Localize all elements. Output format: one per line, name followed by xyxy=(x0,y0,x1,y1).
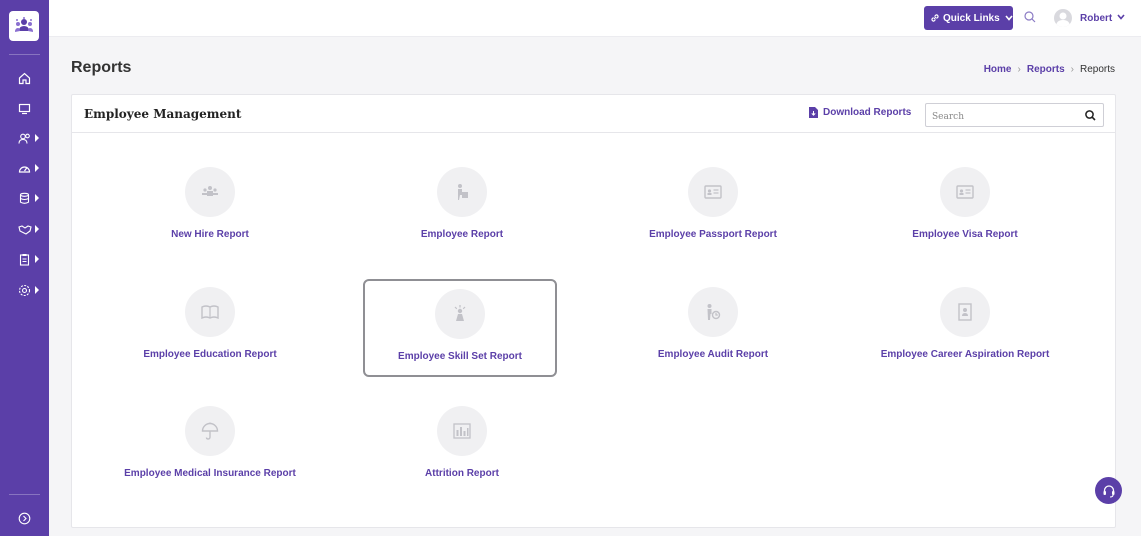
career-icon xyxy=(958,303,972,321)
employee-icon xyxy=(458,184,468,200)
tile-icon-circle xyxy=(185,406,235,456)
report-tile-audit[interactable]: Employee Audit Report xyxy=(616,277,810,375)
report-label: Employee Medical Insurance Report xyxy=(124,468,296,479)
report-label: Employee Education Report xyxy=(143,349,277,360)
caret-right-icon xyxy=(35,255,39,263)
page-title: Reports xyxy=(71,59,132,76)
passport-icon xyxy=(704,185,722,199)
quick-links-label: Quick Links xyxy=(943,12,1000,24)
settings-icon xyxy=(18,284,31,296)
report-tile-medical-insurance[interactable]: Employee Medical Insurance Report xyxy=(113,396,307,494)
sidebar-item-clipboard[interactable] xyxy=(0,248,49,270)
umbrella-icon xyxy=(201,422,219,440)
audit-icon xyxy=(707,304,721,320)
breadcrumb: Home › Reports › Reports xyxy=(984,64,1115,75)
tile-icon-circle xyxy=(688,287,738,337)
report-label: Attrition Report xyxy=(425,468,499,479)
tile-icon-circle xyxy=(940,287,990,337)
user-name[interactable]: Robert xyxy=(1080,13,1112,24)
sidebar-divider xyxy=(9,54,40,55)
breadcrumb-home[interactable]: Home xyxy=(984,64,1012,75)
dashboard-icon xyxy=(18,165,31,173)
report-tile-new-hire[interactable]: New Hire Report xyxy=(113,157,307,255)
breadcrumb-current: Reports xyxy=(1079,64,1115,75)
sidebar xyxy=(0,0,49,536)
avatar[interactable] xyxy=(1054,9,1072,27)
caret-right-icon xyxy=(35,164,39,172)
tile-icon-circle xyxy=(435,289,485,339)
report-label: Employee Audit Report xyxy=(657,349,769,360)
caret-right-icon xyxy=(35,225,39,233)
caret-right-icon xyxy=(35,194,39,202)
home-icon xyxy=(18,72,31,84)
visa-icon xyxy=(956,185,974,199)
sidebar-item-handshake[interactable] xyxy=(0,218,49,240)
users-icon xyxy=(18,133,30,144)
search-input[interactable] xyxy=(926,106,1076,128)
headset-icon xyxy=(1103,484,1114,498)
report-label: Employee Visa Report xyxy=(912,229,1018,240)
sidebar-item-settings[interactable] xyxy=(0,279,49,301)
search-field[interactable] xyxy=(925,103,1104,128)
report-label: Employee Passport Report xyxy=(649,229,777,240)
breadcrumb-separator: › xyxy=(1017,64,1021,75)
sidebar-item-home[interactable] xyxy=(0,67,49,89)
new-hire-icon xyxy=(202,186,218,196)
sidebar-expand-button[interactable] xyxy=(0,507,49,529)
download-reports-label: Download Reports xyxy=(823,107,912,118)
database-icon xyxy=(19,192,30,204)
report-tile-career-aspiration[interactable]: Employee Career Aspiration Report xyxy=(868,277,1062,375)
sidebar-item-dashboard[interactable] xyxy=(0,157,49,179)
skill-icon xyxy=(454,305,466,321)
tile-icon-circle xyxy=(437,167,487,217)
report-tile-passport[interactable]: Employee Passport Report xyxy=(616,157,810,255)
team-logo-icon xyxy=(15,17,33,32)
report-label: Employee Report xyxy=(420,229,504,240)
report-label: Employee Career Aspiration Report xyxy=(880,349,1050,360)
caret-right-icon xyxy=(35,286,39,294)
tile-icon-circle xyxy=(185,167,235,217)
book-icon xyxy=(201,305,219,319)
search-icon[interactable] xyxy=(1085,110,1096,121)
handshake-icon xyxy=(18,224,32,235)
breadcrumb-separator: › xyxy=(1070,64,1074,75)
chevron-down-icon[interactable] xyxy=(1117,14,1125,20)
tile-icon-circle xyxy=(437,406,487,456)
report-tile-education[interactable]: Employee Education Report xyxy=(113,277,307,375)
report-tile-visa[interactable]: Employee Visa Report xyxy=(868,157,1062,255)
chevron-down-icon xyxy=(1005,15,1013,21)
caret-right-icon xyxy=(35,134,39,142)
quick-links-button[interactable]: Quick Links xyxy=(924,6,1013,30)
logo[interactable] xyxy=(9,11,39,41)
report-label: Employee Skill Set Report xyxy=(398,351,522,362)
tile-icon-circle xyxy=(940,167,990,217)
topbar: Quick Links Robert xyxy=(49,0,1141,37)
expand-circle-icon xyxy=(18,512,31,524)
tile-icon-circle xyxy=(185,287,235,337)
sidebar-item-users[interactable] xyxy=(0,127,49,149)
search-icon[interactable] xyxy=(1024,11,1036,23)
tile-icon-circle xyxy=(688,167,738,217)
report-tile-attrition[interactable]: Attrition Report xyxy=(365,396,559,494)
download-file-icon xyxy=(809,107,818,118)
monitor-icon xyxy=(18,103,31,114)
card-header: Employee Management Download Reports xyxy=(72,95,1115,133)
download-reports-button[interactable]: Download Reports xyxy=(809,107,911,118)
report-tile-employee[interactable]: Employee Report xyxy=(365,157,559,255)
link-icon xyxy=(931,14,939,22)
user-avatar-icon xyxy=(1056,12,1070,27)
sidebar-item-database[interactable] xyxy=(0,187,49,209)
support-chat-button[interactable] xyxy=(1095,477,1122,504)
report-label: New Hire Report xyxy=(171,229,249,240)
report-tile-skill-set[interactable]: Employee Skill Set Report xyxy=(363,279,557,377)
sidebar-item-monitor[interactable] xyxy=(0,97,49,119)
breadcrumb-reports[interactable]: Reports xyxy=(1027,64,1065,75)
reports-card: Employee Management Download Reports New… xyxy=(71,94,1116,528)
sidebar-divider xyxy=(9,494,40,495)
bar-chart-icon xyxy=(453,423,471,439)
clipboard-icon xyxy=(19,253,30,266)
card-title: Employee Management xyxy=(84,107,242,121)
